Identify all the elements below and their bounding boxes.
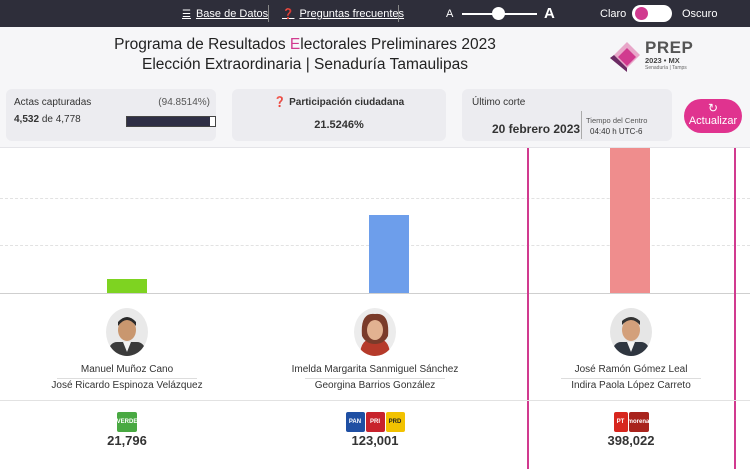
chart-bar bbox=[369, 215, 409, 293]
theme-toggle-knob bbox=[635, 7, 648, 20]
candidate-votes: 21,796 bbox=[107, 433, 147, 448]
candidate-card[interactable]: José Ramón Gómez Leal Indira Paola López… bbox=[506, 294, 750, 469]
last-cut-timezone: Tiempo del Centro bbox=[586, 116, 648, 125]
theme-dark-label: Oscuro bbox=[682, 8, 718, 20]
database-link-label: Base de Datos bbox=[195, 8, 269, 20]
candidate-name: Imelda Margarita Sanmiguel Sánchez bbox=[291, 364, 459, 375]
party-logos: VERDE bbox=[2, 412, 252, 432]
last-cut-date: 20 febrero 2023 bbox=[492, 122, 581, 136]
candidate-substitute: José Ricardo Espinoza Velázquez bbox=[51, 380, 203, 391]
title-highlight-letter: E bbox=[289, 36, 301, 53]
topbar-divider bbox=[398, 5, 399, 22]
actas-count: 4,532 de 4,778 bbox=[14, 114, 81, 125]
pvem-logo-icon: VERDE bbox=[117, 412, 137, 432]
faq-link[interactable]: ❓ Preguntas frecuentes bbox=[282, 8, 404, 20]
page-subtitle: Elección Extraordinaria | Senaduría Tama… bbox=[142, 56, 468, 73]
pri-logo-icon: PRI bbox=[365, 412, 385, 432]
candidate-card[interactable]: Manuel Muñoz Cano José Ricardo Espinoza … bbox=[2, 294, 252, 469]
refresh-icon: ↻ bbox=[707, 101, 719, 115]
candidate-name: Manuel Muñoz Cano bbox=[80, 364, 174, 375]
last-cut-time: 04:40 h UTC-6 bbox=[590, 127, 643, 136]
topbar-divider bbox=[268, 5, 269, 22]
stats-row: Actas capturadas (94.8514%) 4,532 de 4,7… bbox=[0, 83, 750, 148]
pt-logo-icon: PT bbox=[613, 412, 628, 432]
actas-label: Actas capturadas bbox=[14, 97, 92, 108]
candidate-card[interactable]: Imelda Margarita Sanmiguel Sánchez Georg… bbox=[250, 294, 500, 469]
actas-progress-fill bbox=[127, 117, 211, 126]
font-size-small-label: A bbox=[446, 8, 454, 20]
candidate-substitute: Indira Paola López Carreto bbox=[571, 380, 691, 391]
question-circle-icon: ❓ bbox=[282, 8, 295, 20]
prep-logo-caption: Senaduría | Tamps bbox=[645, 65, 687, 71]
participation-value: 21.5246% bbox=[314, 119, 364, 131]
theme-light-label: Claro bbox=[600, 8, 627, 20]
font-size-slider-handle[interactable] bbox=[492, 7, 505, 20]
participation-label: ❓ Participación ciudadana bbox=[273, 97, 405, 108]
database-link[interactable]: ☰ Base de Datos bbox=[182, 8, 268, 20]
theme-toggle[interactable] bbox=[632, 5, 672, 22]
prep-logo-year: 2023 • MX bbox=[645, 56, 680, 65]
prep-logo-text: PREP bbox=[645, 38, 694, 57]
refresh-button-label: Actualizar bbox=[688, 115, 738, 127]
participation-card: ❓ Participación ciudadana 21.5246% bbox=[232, 89, 446, 141]
candidate-photo bbox=[106, 308, 148, 356]
question-circle-icon: ❓ bbox=[273, 97, 287, 108]
party-logos: PAN PRI PRD bbox=[250, 412, 500, 432]
faq-link-label: Preguntas frecuentes bbox=[299, 8, 405, 20]
last-cut-card: Último corte 20 febrero 2023 Tiempo del … bbox=[462, 89, 672, 141]
candidate-substitute: Georgina Barrios González bbox=[314, 380, 436, 391]
candidate-photo bbox=[354, 308, 396, 356]
database-icon: ☰ bbox=[182, 8, 191, 20]
candidate-photo bbox=[610, 308, 652, 356]
actas-percentage: (94.8514%) bbox=[158, 97, 210, 108]
candidate-votes: 123,001 bbox=[351, 433, 399, 448]
candidate-divider bbox=[561, 378, 701, 379]
pan-logo-icon: PAN bbox=[345, 412, 365, 432]
candidate-divider bbox=[305, 378, 445, 379]
refresh-button[interactable]: ↻ Actualizar bbox=[684, 99, 742, 133]
prd-logo-icon: PRD bbox=[385, 412, 405, 432]
chart-bar bbox=[107, 279, 147, 293]
candidate-votes: 398,022 bbox=[607, 433, 655, 448]
page-title: Programa de Resultados Electorales Preli… bbox=[114, 36, 496, 53]
candidate-divider bbox=[57, 378, 197, 379]
prep-logo-icon bbox=[610, 42, 640, 72]
candidate-name: José Ramón Gómez Leal bbox=[574, 364, 688, 375]
morena-logo-icon: morena bbox=[628, 412, 649, 432]
font-size-big-label: A bbox=[544, 5, 555, 22]
party-logos: PT morena bbox=[506, 412, 750, 432]
last-cut-divider bbox=[581, 111, 582, 139]
last-cut-label: Último corte bbox=[472, 97, 526, 108]
top-bar: ☰ Base de Datos ❓ Preguntas frecuentes A… bbox=[0, 0, 750, 27]
actas-card: Actas capturadas (94.8514%) 4,532 de 4,7… bbox=[6, 89, 216, 141]
actas-progress-bar bbox=[126, 116, 216, 127]
